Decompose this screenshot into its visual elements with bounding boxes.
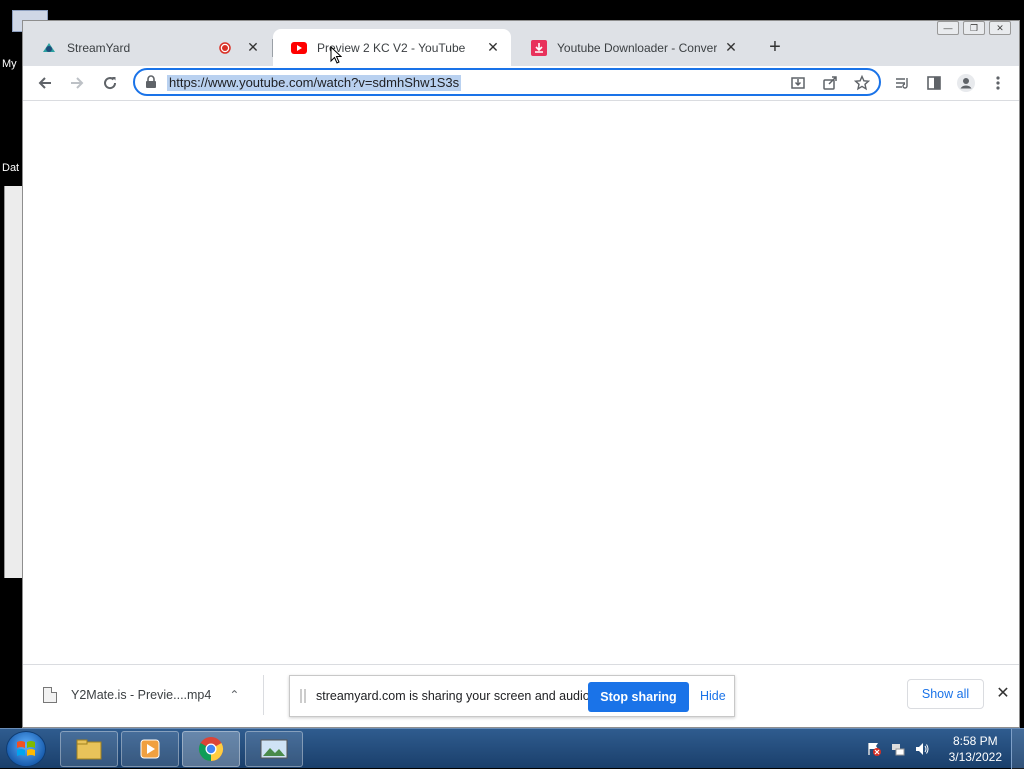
side-panel-icon <box>927 76 941 90</box>
url-text[interactable]: https://www.youtube.com/watch?v=sdmhShw1… <box>167 75 462 91</box>
share-message: streamyard.com is sharing your screen an… <box>316 689 594 703</box>
clock-time: 8:58 PM <box>952 734 998 748</box>
reload-button[interactable] <box>98 71 122 95</box>
close-download-bar-icon[interactable]: ✕ <box>995 683 1011 703</box>
close-window-button[interactable]: ✕ <box>989 21 1011 35</box>
taskbar-chrome[interactable] <box>182 731 240 767</box>
tab-youtube-downloader[interactable]: Youtube Downloader - Convert & ✕ <box>513 29 749 66</box>
show-all-button[interactable]: Show all <box>907 679 984 709</box>
close-tab-icon[interactable]: ✕ <box>485 39 501 56</box>
taskbar-media-player[interactable] <box>121 731 179 767</box>
start-button[interactable] <box>6 731 46 767</box>
desktop-icon-label: Dat <box>2 162 20 174</box>
taskbar: 8:58 PM 3/13/2022 <box>0 728 1024 769</box>
bookmark-star-icon[interactable] <box>853 74 871 92</box>
download-bar: Y2Mate.is - Previe....mp4 ⌃ streamyard.c… <box>23 664 1019 727</box>
windows-logo-icon <box>17 741 35 756</box>
back-button[interactable] <box>33 71 57 95</box>
desktop-icon-label: My <box>2 58 17 70</box>
recording-indicator-icon <box>217 40 233 56</box>
restore-button[interactable]: ❐ <box>963 21 985 35</box>
back-arrow-icon <box>38 77 51 89</box>
mouse-cursor-icon <box>330 46 342 64</box>
window-controls: — ❐ ✕ <box>933 21 1011 39</box>
picture-icon <box>260 739 288 759</box>
tab-youtube[interactable]: Preview 2 KC V2 - YouTube ✕ <box>273 29 511 66</box>
download-icon <box>531 39 547 56</box>
close-tab-icon[interactable]: ✕ <box>723 39 739 56</box>
file-icon <box>43 687 57 703</box>
download-filename: Y2Mate.is - Previe....mp4 <box>71 688 212 702</box>
browser-window: StreamYard ✕ Preview 2 KC V2 - YouTube ✕… <box>22 20 1020 728</box>
tab-strip: StreamYard ✕ Preview 2 KC V2 - YouTube ✕… <box>23 21 1019 66</box>
divider <box>263 675 264 715</box>
share-icon[interactable] <box>821 74 839 92</box>
drag-handle-icon[interactable] <box>300 689 306 703</box>
tab-title: Youtube Downloader - Convert & <box>557 40 717 55</box>
new-tab-button[interactable]: + <box>763 35 787 59</box>
close-tab-icon[interactable]: ✕ <box>245 39 261 56</box>
side-panel-button[interactable] <box>922 71 946 95</box>
youtube-icon <box>291 40 307 56</box>
taskbar-picture-viewer[interactable] <box>245 731 303 767</box>
background-window-edge <box>4 186 23 578</box>
media-controls-button[interactable] <box>890 71 914 95</box>
browser-toolbar: https://www.youtube.com/watch?v=sdmhShw1… <box>23 66 1019 101</box>
tab-title: StreamYard <box>67 40 131 55</box>
network-icon[interactable] <box>890 741 906 757</box>
browser-menu-button[interactable] <box>986 71 1010 95</box>
taskbar-file-explorer[interactable] <box>60 731 118 767</box>
lock-icon[interactable] <box>145 75 159 89</box>
media-queue-icon <box>896 78 908 89</box>
chrome-icon <box>198 737 224 761</box>
profile-avatar-icon <box>957 74 975 92</box>
clock-date: 3/13/2022 <box>948 750 1002 764</box>
chevron-up-icon[interactable]: ⌃ <box>229 688 239 702</box>
more-vertical-icon <box>996 76 1000 90</box>
address-bar[interactable]: https://www.youtube.com/watch?v=sdmhShw1… <box>133 68 881 96</box>
hide-button[interactable]: Hide <box>700 689 726 703</box>
page-content <box>23 101 1019 667</box>
minimize-button[interactable]: — <box>937 21 959 35</box>
tab-streamyard[interactable]: StreamYard ✕ <box>23 29 271 66</box>
download-item[interactable]: Y2Mate.is - Previe....mp4 ⌃ <box>43 683 239 707</box>
reload-icon <box>104 77 117 90</box>
folder-icon <box>76 739 102 760</box>
forward-arrow-icon <box>71 77 84 89</box>
show-desktop-button[interactable] <box>1011 729 1024 769</box>
volume-icon[interactable] <box>914 741 930 757</box>
system-clock[interactable]: 8:58 PM 3/13/2022 <box>949 733 1002 765</box>
action-center-flag-icon[interactable] <box>866 741 882 757</box>
profile-button[interactable] <box>954 71 978 95</box>
screen-share-notification: streamyard.com is sharing your screen an… <box>289 675 735 717</box>
forward-button[interactable] <box>65 71 89 95</box>
stop-sharing-button[interactable]: Stop sharing <box>588 682 689 712</box>
media-player-icon <box>140 739 160 759</box>
streamyard-icon <box>41 40 57 56</box>
install-app-icon[interactable] <box>789 74 807 92</box>
